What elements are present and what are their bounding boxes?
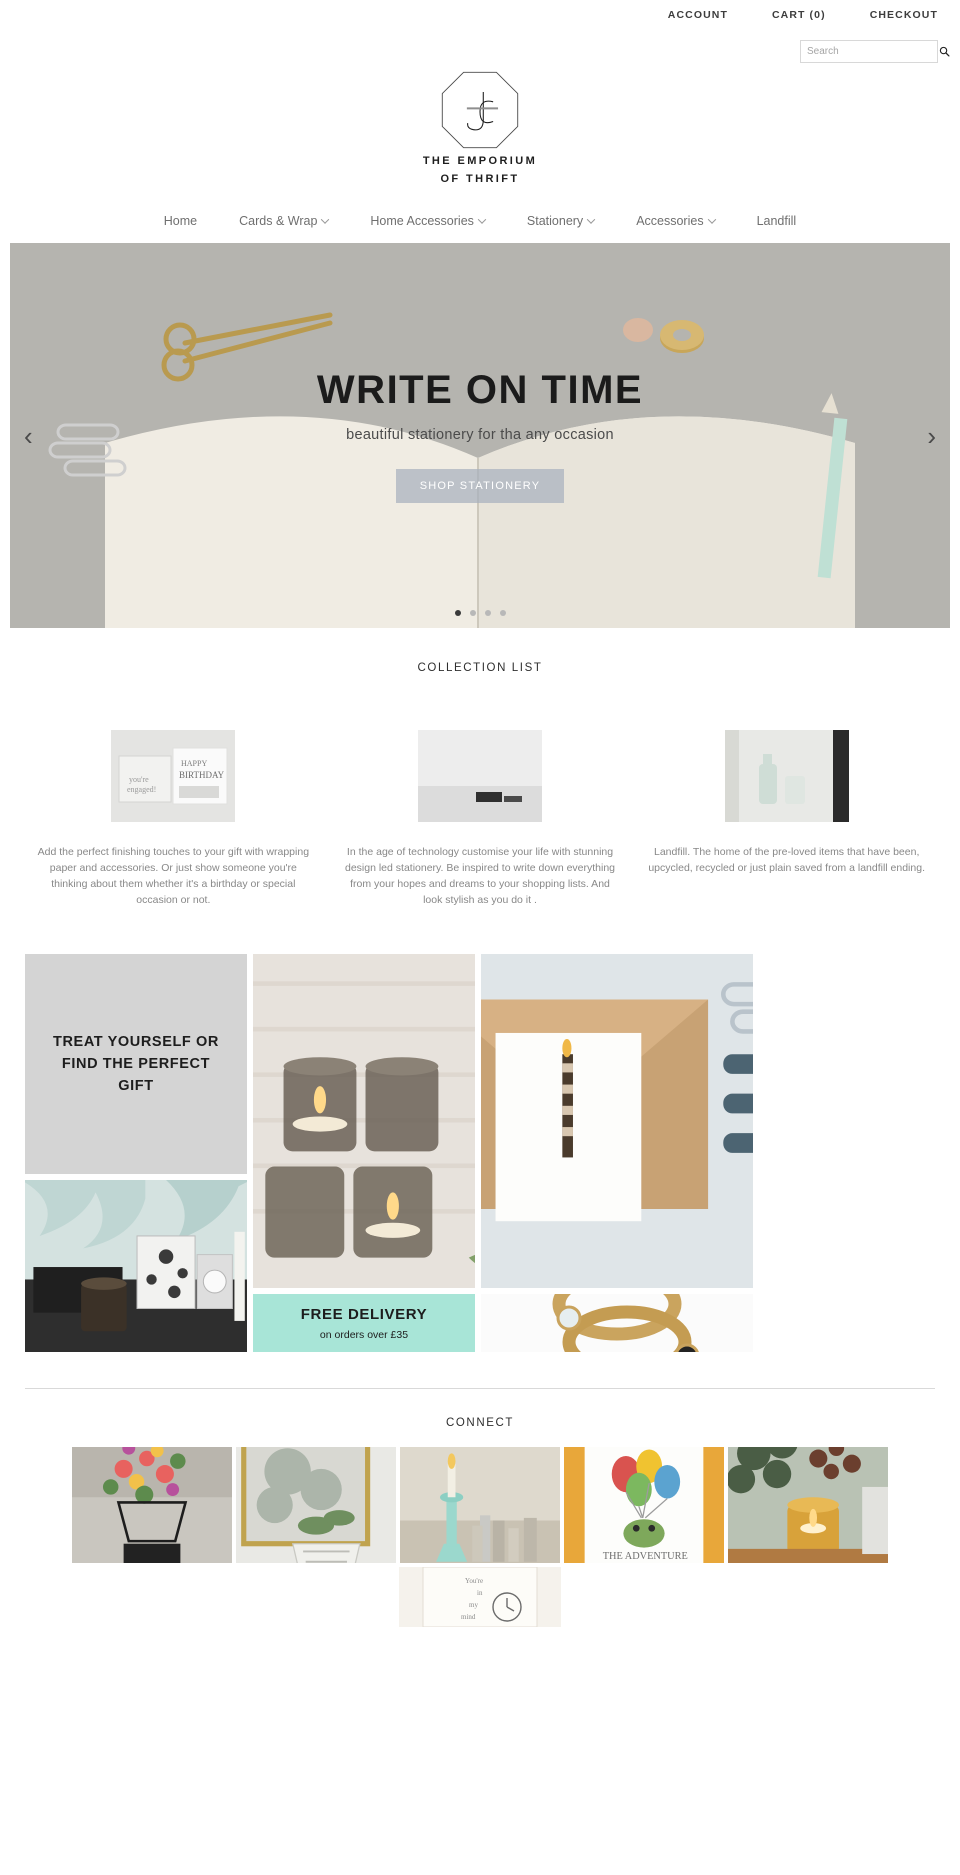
- candles-image: [253, 954, 475, 1288]
- collection-thumbnail[interactable]: CARDS & WRAP you're engaged! HAPPY BIRTH…: [111, 730, 236, 822]
- nav-item-landfill[interactable]: Landfill: [757, 214, 797, 228]
- connect-item-4[interactable]: THE ADVENTURE: [564, 1447, 724, 1563]
- balloon-card-image: THE ADVENTURE: [564, 1447, 724, 1563]
- main-navigation: Home Cards & Wrap Home Accessories Stati…: [0, 199, 960, 243]
- svg-text:HAPPY: HAPPY: [181, 759, 207, 768]
- connect-item-5[interactable]: [728, 1447, 888, 1563]
- svg-text:my: my: [469, 1601, 478, 1609]
- chevron-left-icon[interactable]: ‹: [24, 423, 33, 449]
- checkout-link[interactable]: CHECKOUT: [870, 9, 938, 21]
- stationery-image: [418, 730, 542, 822]
- chevron-down-icon: [477, 215, 487, 224]
- connect-item-6[interactable]: You're in my mind: [399, 1567, 561, 1627]
- collection-card-landfill[interactable]: LANDFILL Landfill. The home of the pre-l…: [633, 730, 940, 908]
- cart-link[interactable]: CART (0): [772, 9, 826, 21]
- envelope-image: [481, 954, 753, 1288]
- slider-dot-4[interactable]: [499, 610, 506, 616]
- nav-item-stationery[interactable]: Stationery: [526, 214, 596, 228]
- candlestick-books-image: [400, 1447, 560, 1563]
- collection-list-heading: COLLECTION LIST: [417, 662, 543, 674]
- nav-item-home[interactable]: Home: [164, 214, 197, 228]
- svg-text:You're: You're: [465, 1577, 483, 1585]
- connect-heading: CONNECT: [445, 1417, 515, 1429]
- octagon-monogram-icon: [439, 69, 521, 151]
- hero-slider: WRITE ON TIME beautiful stationery for t…: [10, 243, 950, 628]
- svg-text:in: in: [477, 1589, 483, 1597]
- treat-yourself-tile[interactable]: TREAT YOURSELF OR FIND THE PERFECT GIFT: [25, 954, 247, 1174]
- shop-stationery-button[interactable]: SHOP STATIONERY: [395, 469, 565, 503]
- free-delivery-title: FREE DELIVERY: [300, 1305, 428, 1323]
- nav-item-cards-wrap[interactable]: Cards & Wrap: [239, 214, 330, 228]
- connect-gallery: THE ADVENTURE: [72, 1447, 888, 1563]
- promo-grid: TREAT YOURSELF OR FIND THE PERFECT GIFT: [25, 954, 935, 1352]
- search-input[interactable]: [807, 46, 939, 57]
- rings-tile[interactable]: [481, 1294, 753, 1352]
- search-icon[interactable]: [939, 46, 950, 57]
- svg-text:mind: mind: [461, 1613, 476, 1621]
- collection-description: In the age of technology customise your …: [344, 846, 616, 906]
- collection-thumbnail[interactable]: STATIONERY: [418, 730, 542, 822]
- svg-text:you're: you're: [129, 775, 149, 784]
- hero-subtitle: beautiful stationery for tha any occasio…: [346, 427, 614, 443]
- frames-image: [25, 1180, 247, 1352]
- slider-dots: [10, 610, 950, 616]
- envelope-tile[interactable]: [481, 954, 753, 1288]
- slider-dot-2[interactable]: [469, 610, 476, 616]
- svg-text:BIRTHDAY: BIRTHDAY: [179, 770, 225, 780]
- collection-label: LANDFILL: [725, 730, 849, 733]
- nav-item-home-accessories[interactable]: Home Accessories: [370, 214, 487, 228]
- candle-tray-image: [728, 1447, 888, 1563]
- nav-label: Landfill: [756, 214, 797, 228]
- svg-text:engaged!: engaged!: [127, 785, 156, 794]
- connect-item-3[interactable]: [400, 1447, 560, 1563]
- nav-label: Accessories: [636, 214, 704, 228]
- slider-dot-1[interactable]: [454, 610, 461, 616]
- nav-label: Cards & Wrap: [239, 214, 318, 228]
- frames-tile[interactable]: [25, 1180, 247, 1352]
- search-box[interactable]: [800, 40, 950, 63]
- collection-description: Add the perfect finishing touches to you…: [37, 846, 310, 906]
- site-logo[interactable]: THE EMPORIUM OF THRIFT: [0, 69, 960, 187]
- collection-label: STATIONERY: [418, 730, 542, 733]
- flowers-image: [72, 1447, 232, 1563]
- landfill-image: [724, 730, 849, 822]
- collection-list: CARDS & WRAP you're engaged! HAPPY BIRTH…: [0, 730, 960, 908]
- chevron-right-icon[interactable]: ›: [927, 423, 936, 449]
- collection-description: Landfill. The home of the pre-loved item…: [648, 846, 925, 874]
- hero-title: WRITE ON TIME: [316, 368, 644, 412]
- nav-label: Home: [163, 214, 198, 228]
- nav-label: Stationery: [526, 214, 584, 228]
- nav-item-accessories[interactable]: Accessories: [636, 214, 716, 228]
- chevron-down-icon: [586, 215, 596, 224]
- hero-content: WRITE ON TIME beautiful stationery for t…: [10, 243, 950, 628]
- cards-wrap-image: you're engaged! HAPPY BIRTHDAY: [111, 730, 236, 822]
- free-delivery-tile[interactable]: FREE DELIVERY on orders over £35: [253, 1294, 475, 1352]
- plant-pot-image: [236, 1447, 396, 1563]
- slider-dot-3[interactable]: [484, 610, 491, 616]
- free-delivery-subtitle: on orders over £35: [319, 1328, 409, 1341]
- logo-text-line2: OF THRIFT: [440, 173, 520, 185]
- collection-label: CARDS & WRAP: [111, 730, 235, 733]
- connect-item-1[interactable]: [72, 1447, 232, 1563]
- chevron-down-icon: [707, 215, 716, 224]
- collection-card-cards-wrap[interactable]: CARDS & WRAP you're engaged! HAPPY BIRTH…: [20, 730, 327, 908]
- search-row: [0, 40, 960, 63]
- chevron-down-icon: [321, 215, 330, 224]
- account-link[interactable]: ACCOUNT: [668, 9, 728, 21]
- rings-image: [481, 1294, 753, 1352]
- svg-text:THE ADVENTURE: THE ADVENTURE: [603, 1551, 688, 1562]
- clock-card-image: You're in my mind: [399, 1567, 561, 1627]
- candles-tile[interactable]: [253, 954, 475, 1288]
- logo-text-line1: THE EMPORIUM: [422, 155, 538, 167]
- collection-thumbnail[interactable]: LANDFILL: [724, 730, 849, 822]
- collection-card-stationery[interactable]: STATIONERY In the age of technology cust…: [327, 730, 634, 908]
- utility-bar: ACCOUNT CART (0) CHECKOUT: [0, 0, 960, 30]
- connect-item-2[interactable]: [236, 1447, 396, 1563]
- nav-label: Home Accessories: [370, 214, 474, 228]
- section-divider: [25, 1388, 935, 1389]
